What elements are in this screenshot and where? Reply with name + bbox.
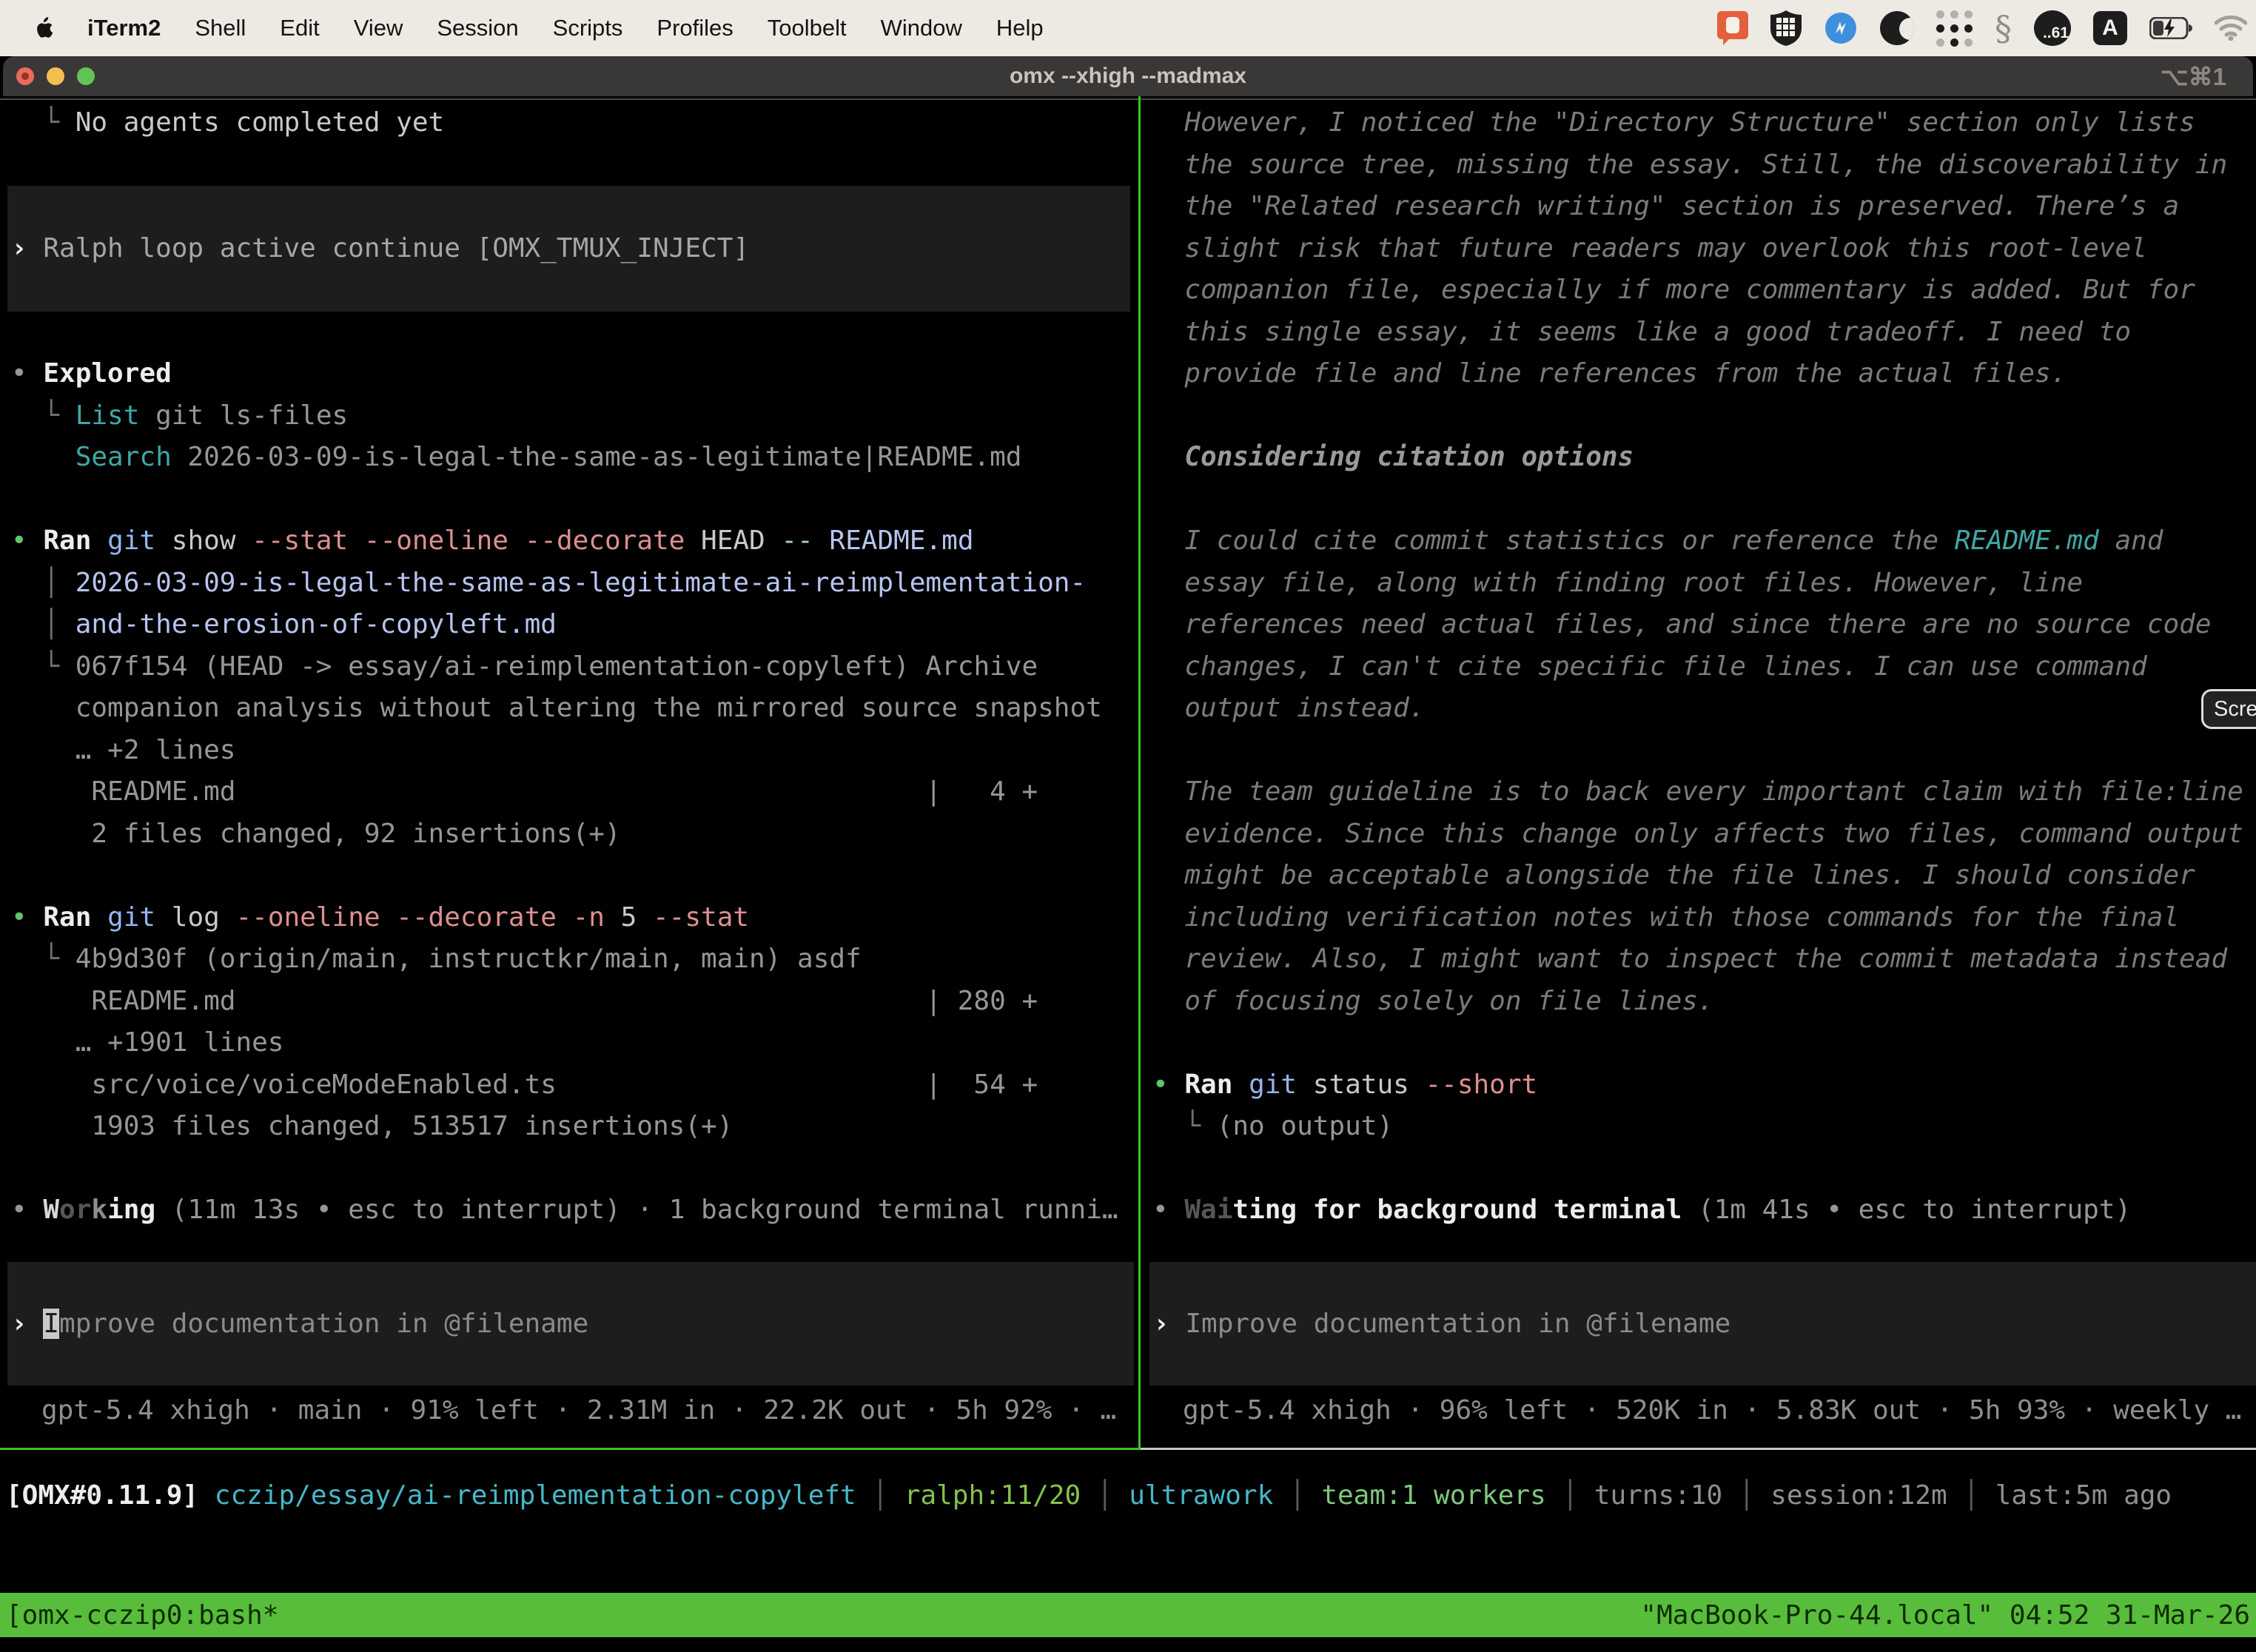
app-menus: iTerm2 Shell Edit View Session Scripts Profile…	[87, 15, 1044, 41]
menu-item-view[interactable]: View	[354, 15, 403, 41]
terminal-line	[1152, 479, 2256, 521]
terminal-line: • Ran git log --oneline --decorate -n 5 …	[11, 897, 1136, 939]
terminal-line: … +1901 lines	[11, 1022, 1136, 1064]
terminal-line: … +2 lines	[11, 730, 1136, 772]
right-model-status: gpt-5.4 xhigh · 96% left · 520K in · 5.8…	[1183, 1389, 2241, 1431]
terminal-line: │ and-the-erosion-of-copyleft.md	[11, 604, 1136, 646]
screen-overlay-chip[interactable]: Scre	[2201, 689, 2256, 729]
terminal-line: review. Also, I might want to inspect th…	[1152, 939, 2256, 981]
terminal-line: including verification notes with those …	[1152, 897, 2256, 939]
terminal-line: 1903 files changed, 513517 insertions(+)	[11, 1106, 1136, 1148]
terminal-line: Considering citation options	[1152, 437, 2256, 479]
left-model-status: gpt-5.4 xhigh · main · 91% left · 2.31M …	[41, 1389, 1116, 1431]
terminal-line: the source tree, missing the essay. Stil…	[1152, 144, 2256, 187]
terminal-line: • Ran git status --short	[1152, 1064, 2256, 1107]
window-shortcut-badge: ⌥⌘1	[2161, 56, 2226, 96]
terminal-line	[11, 479, 1136, 521]
squiggle-app-icon[interactable]: §	[1995, 11, 2012, 45]
terminal-line	[11, 1148, 1136, 1190]
terminal-line: evidence. Since this change only affects…	[1152, 813, 2256, 856]
terminal-line	[11, 269, 1136, 312]
terminal-line	[1152, 1022, 2256, 1064]
terminal-line: • Explored	[11, 353, 1136, 395]
screen-record-icon[interactable]	[1717, 11, 1748, 45]
menu-item-edit[interactable]: Edit	[280, 15, 319, 41]
tmux-status-bar: [omx-cczip0:bash* "MacBook-Pro-44.local"…	[0, 1593, 2256, 1637]
right-pane-bottom-border	[1141, 1448, 2256, 1450]
terminal-line: provide file and line references from th…	[1152, 353, 2256, 395]
terminal-line: might be acceptable alongside the file l…	[1152, 855, 2256, 897]
crescent-app-icon[interactable]	[1880, 11, 1914, 45]
terminal-line	[1152, 730, 2256, 772]
terminal-line: src/voice/voiceModeEnabled.ts | 54 +	[11, 1064, 1136, 1107]
terminal-line	[11, 144, 1136, 187]
terminal-line: • Ran git show --stat --oneline --decora…	[11, 520, 1136, 563]
menu-item-shell[interactable]: Shell	[195, 15, 246, 41]
menu-item-help[interactable]: Help	[996, 15, 1044, 41]
terminal-line: I could cite commit statistics or refere…	[1152, 520, 2256, 563]
menu-item-profiles[interactable]: Profiles	[657, 15, 733, 41]
right-prompt-input[interactable]: › Improve documentation in @filename	[1149, 1262, 2256, 1386]
input-source-icon[interactable]: A	[2093, 11, 2127, 45]
menu-item-session[interactable]: Session	[437, 15, 518, 41]
apple-logo-icon[interactable]	[34, 17, 53, 39]
terminal-line: │ 2026-03-09-is-legal-the-same-as-legiti…	[11, 563, 1136, 605]
terminal-line: of focusing solely on file lines.	[1152, 981, 2256, 1023]
left-pane-bottom-border	[0, 1448, 1141, 1450]
menu-item-toolbelt[interactable]: Toolbelt	[768, 15, 847, 41]
menu-item-iterm2[interactable]: iTerm2	[87, 15, 161, 41]
terminal-line	[1152, 1148, 2256, 1190]
terminal-line: this single essay, it seems like a good …	[1152, 312, 2256, 354]
tmux-session-label[interactable]: [omx-cczip0:bash*	[6, 1600, 278, 1631]
omx-status-line: [OMX#0.11.9] cczip/essay/ai-reimplementa…	[6, 1474, 2172, 1516]
terminal-line: slight risk that future readers may over…	[1152, 228, 2256, 270]
tmux-host-clock: "MacBook-Pro-44.local" 04:52 31-Mar-26	[1640, 1600, 2250, 1631]
right-pane[interactable]: However, I noticed the "Directory Struct…	[1152, 102, 2256, 1232]
terminal-line: The team guideline is to back every impo…	[1152, 771, 2256, 813]
terminal-line: companion file, especially if more comme…	[1152, 269, 2256, 312]
pane-top-border	[0, 98, 2256, 100]
battery-icon[interactable]	[2149, 17, 2192, 39]
left-prompt-input[interactable]: › Improve documentation in @filename	[7, 1262, 1134, 1386]
screen: iTerm2 Shell Edit View Session Scripts Profile…	[0, 0, 2256, 1652]
terminal-line	[11, 312, 1136, 354]
left-pane[interactable]: └ No agents completed yet › Ralph loop a…	[11, 102, 1136, 1232]
terminal-line: changes, I can't cite specific file line…	[1152, 646, 2256, 688]
terminal-line	[11, 855, 1136, 897]
terminal-line: └ List git ls-files	[11, 395, 1136, 437]
terminal-line	[1152, 395, 2256, 437]
terminal-line: └ (no output)	[1152, 1106, 2256, 1148]
terminal-line: └ 4b9d30f (origin/main, instructkr/main,…	[11, 939, 1136, 981]
terminal-line: • Waiting for background terminal (1m 41…	[1152, 1189, 2256, 1232]
terminal-line: output instead.	[1152, 688, 2256, 730]
menu-bar: iTerm2 Shell Edit View Session Scripts Profile…	[0, 0, 2256, 56]
terminal-line: └ 067f154 (HEAD -> essay/ai-reimplementa…	[11, 646, 1136, 688]
window-titlebar[interactable]: omx --xhigh --madmax ⌥⌘1	[3, 56, 2253, 96]
terminal-line: the "Related research writing" section i…	[1152, 186, 2256, 228]
gauge-61-icon[interactable]: ..61	[2034, 10, 2071, 46]
terminal-line: README.md | 4 +	[11, 771, 1136, 813]
terminal-content: └ No agents completed yet › Ralph loop a…	[0, 96, 2256, 1652]
terminal-line: └ No agents completed yet	[11, 102, 1136, 144]
window-title: omx --xhigh --madmax	[3, 56, 2253, 96]
blue-seal-icon[interactable]	[1824, 11, 1858, 45]
terminal-line: references need actual files, and since …	[1152, 604, 2256, 646]
terminal-line: README.md | 280 +	[11, 981, 1136, 1023]
terminal-line: Search 2026-03-09-is-legal-the-same-as-l…	[11, 437, 1136, 479]
privacy-keyboard-icon[interactable]	[1770, 10, 1802, 46]
menu-item-window[interactable]: Window	[881, 15, 962, 41]
menu-bar-status-icons: § ..61 A	[1717, 0, 2247, 56]
terminal-line: › Ralph loop active continue [OMX_TMUX_I…	[11, 228, 1136, 270]
menu-item-scripts[interactable]: Scripts	[553, 15, 623, 41]
terminal-line: companion analysis without altering the …	[11, 688, 1136, 730]
terminal-line: essay file, along with finding root file…	[1152, 563, 2256, 605]
terminal-line: 2 files changed, 92 insertions(+)	[11, 813, 1136, 856]
terminal-line: However, I noticed the "Directory Struct…	[1152, 102, 2256, 144]
terminal-line	[11, 186, 1136, 228]
wifi-icon[interactable]	[2215, 16, 2247, 41]
terminal-line: • Working (11m 13s • esc to interrupt) ·…	[11, 1189, 1136, 1232]
dots-grid-icon[interactable]	[1936, 10, 1973, 47]
pane-divider[interactable]	[1138, 96, 1141, 1449]
